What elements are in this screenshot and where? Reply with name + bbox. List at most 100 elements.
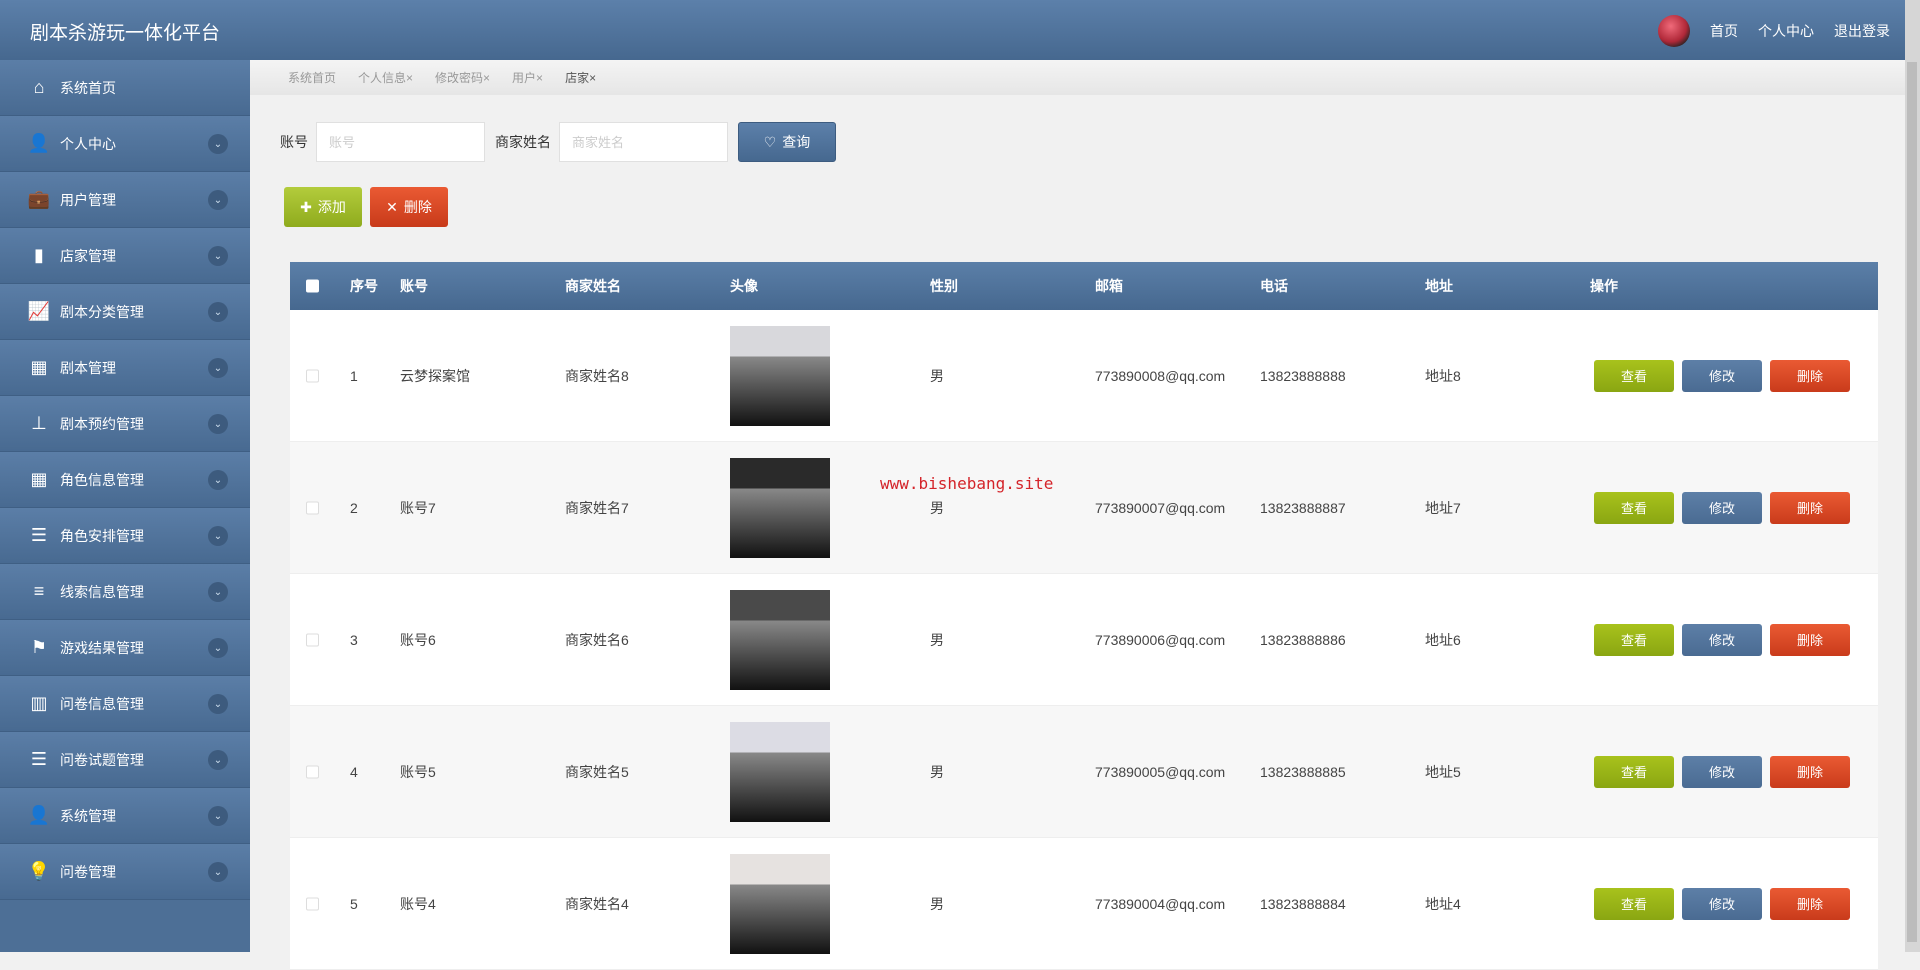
tab[interactable]: 用户× — [512, 69, 543, 86]
sidebar-item[interactable]: ▮ 店家管理 ⌄ — [0, 228, 250, 284]
row-account: 账号7 — [400, 499, 436, 516]
table-header: 序号 账号 商家姓名 头像 性别 邮箱 电话 地址 操作 — [290, 262, 1878, 310]
chevron-down-icon[interactable]: ⌄ — [208, 358, 228, 378]
sidebar-item[interactable]: 👤 个人中心 ⌄ — [0, 116, 250, 172]
sidebar-item[interactable]: ▦ 角色信息管理 ⌄ — [0, 452, 250, 508]
sidebar-item-label: 用户管理 — [60, 191, 116, 208]
column-header: 商家姓名 — [565, 278, 621, 294]
avatar-photo[interactable] — [730, 853, 830, 954]
chevron-down-icon[interactable]: ⌄ — [208, 694, 228, 714]
avatar-photo[interactable] — [730, 721, 830, 822]
sidebar-item[interactable]: ≡ 线索信息管理 ⌄ — [0, 564, 250, 620]
sidebar-item[interactable]: ▥ 问卷信息管理 ⌄ — [0, 676, 250, 732]
chevron-down-icon[interactable]: ⌄ — [208, 470, 228, 490]
chevron-down-icon[interactable]: ⌄ — [208, 190, 228, 210]
chevron-down-icon[interactable]: ⌄ — [208, 638, 228, 658]
query-button[interactable]: ♡ 查询 — [738, 122, 836, 162]
tab[interactable]: 修改密码× — [435, 69, 490, 86]
row-checkbox[interactable] — [306, 633, 319, 646]
sidebar-item[interactable]: 💼 用户管理 ⌄ — [0, 172, 250, 228]
row-name: 商家姓名5 — [565, 763, 629, 780]
delete-button[interactable]: 删除 — [1770, 755, 1850, 788]
tab[interactable]: 系统首页 — [288, 69, 336, 86]
chevron-down-icon[interactable]: ⌄ — [208, 246, 228, 266]
column-header: 序号 — [350, 278, 378, 294]
sidebar-item[interactable]: ☰ 问卷试题管理 ⌄ — [0, 732, 250, 788]
nav-profile-link[interactable]: 个人中心 — [1758, 21, 1814, 41]
table-row: 5 账号4 商家姓名4 男 773890004@qq.com 138238888… — [290, 838, 1878, 970]
grid-icon: ▦ — [30, 469, 48, 489]
view-button[interactable]: 查看 — [1594, 491, 1674, 524]
sliders-icon: ≡ — [33, 581, 45, 601]
sidebar-item[interactable]: ⊥ 剧本预约管理 ⌄ — [0, 396, 250, 452]
row-account: 云梦探案馆 — [400, 367, 470, 384]
select-all-checkbox[interactable] — [306, 279, 319, 293]
row-no: 4 — [350, 763, 358, 780]
merchant-table: 序号 账号 商家姓名 头像 性别 邮箱 电话 地址 操作 1 云梦探案馆 商家姓名8 男 773… — [290, 262, 1878, 970]
chevron-down-icon[interactable]: ⌄ — [208, 806, 228, 826]
account-label: 账号 — [280, 134, 308, 150]
chevron-down-icon[interactable]: ⌄ — [208, 414, 228, 434]
sidebar-item[interactable]: ☰ 角色安排管理 ⌄ — [0, 508, 250, 564]
batch-delete-button[interactable]: ✕ 删除 — [370, 187, 448, 227]
chevron-down-icon[interactable]: ⌄ — [208, 526, 228, 546]
delete-button[interactable]: 删除 — [1770, 359, 1850, 392]
row-address: 地址7 — [1425, 499, 1461, 516]
sidebar-item[interactable]: ⌂ 系统首页 — [0, 60, 250, 116]
close-icon: ✕ — [386, 198, 398, 215]
view-button[interactable]: 查看 — [1594, 623, 1674, 656]
row-name: 商家姓名8 — [565, 367, 629, 384]
delete-button[interactable]: 删除 — [1770, 491, 1850, 524]
row-checkbox[interactable] — [306, 501, 319, 514]
sidebar-item[interactable]: 📈 剧本分类管理 ⌄ — [0, 284, 250, 340]
sidebar-item[interactable]: ⚑ 游戏结果管理 ⌄ — [0, 620, 250, 676]
add-button[interactable]: ✚ 添加 — [284, 187, 362, 227]
watermark: www.bishebang.site — [880, 474, 1054, 493]
view-button[interactable]: 查看 — [1594, 359, 1674, 392]
row-address: 地址8 — [1425, 367, 1461, 384]
view-button[interactable]: 查看 — [1594, 755, 1674, 788]
user-avatar[interactable] — [1658, 15, 1690, 47]
scrollbar-thumb[interactable] — [1907, 62, 1917, 942]
row-checkbox[interactable] — [306, 765, 319, 778]
sidebar-item-label: 剧本管理 — [60, 359, 116, 376]
tab[interactable]: 个人信息× — [358, 69, 413, 86]
chevron-down-icon[interactable]: ⌄ — [208, 750, 228, 770]
sidebar-item[interactable]: ▦ 剧本管理 ⌄ — [0, 340, 250, 396]
chevron-down-icon[interactable]: ⌄ — [208, 302, 228, 322]
bar-chart-icon: ▥ — [30, 693, 48, 713]
avatar-photo[interactable] — [730, 457, 830, 558]
chevron-down-icon[interactable]: ⌄ — [208, 134, 228, 154]
edit-button[interactable]: 修改 — [1682, 623, 1762, 656]
edit-button[interactable]: 修改 — [1682, 887, 1762, 920]
sidebar-item-label: 线索信息管理 — [60, 583, 144, 600]
sidebar-item[interactable]: 👤 系统管理 ⌄ — [0, 788, 250, 844]
table-row: 1 云梦探案馆 商家姓名8 男 773890008@qq.com 1382388… — [290, 310, 1878, 442]
delete-button[interactable]: 删除 — [1770, 887, 1850, 920]
merchant-name-input[interactable] — [559, 122, 728, 162]
chevron-down-icon[interactable]: ⌄ — [208, 582, 228, 602]
row-checkbox[interactable] — [306, 897, 319, 910]
delete-button[interactable]: 删除 — [1770, 623, 1850, 656]
avatar-photo[interactable] — [730, 589, 830, 690]
row-checkbox[interactable] — [306, 369, 319, 382]
logout-link[interactable]: 退出登录 — [1834, 21, 1890, 41]
edit-button[interactable]: 修改 — [1682, 491, 1762, 524]
nav-home-link[interactable]: 首页 — [1710, 21, 1738, 41]
merchant-name-label: 商家姓名 — [495, 134, 551, 150]
top-header: 剧本杀游玩一体化平台 首页 个人中心 退出登录 — [0, 0, 1920, 60]
account-input[interactable] — [316, 122, 485, 162]
row-phone: 13823888886 — [1260, 631, 1346, 648]
column-header: 电话 — [1260, 278, 1288, 294]
view-button[interactable]: 查看 — [1594, 887, 1674, 920]
user-icon: 👤 — [27, 133, 51, 153]
chevron-down-icon[interactable]: ⌄ — [208, 862, 228, 882]
column-header: 操作 — [1590, 278, 1618, 294]
avatar-photo[interactable] — [730, 325, 830, 426]
edit-button[interactable]: 修改 — [1682, 359, 1762, 392]
edit-button[interactable]: 修改 — [1682, 755, 1762, 788]
sidebar-item-label: 剧本分类管理 — [60, 303, 144, 320]
tab[interactable]: 店家× — [565, 69, 596, 86]
sidebar-item[interactable]: 💡 问卷管理 ⌄ — [0, 844, 250, 900]
list-icon: ☰ — [30, 749, 48, 769]
